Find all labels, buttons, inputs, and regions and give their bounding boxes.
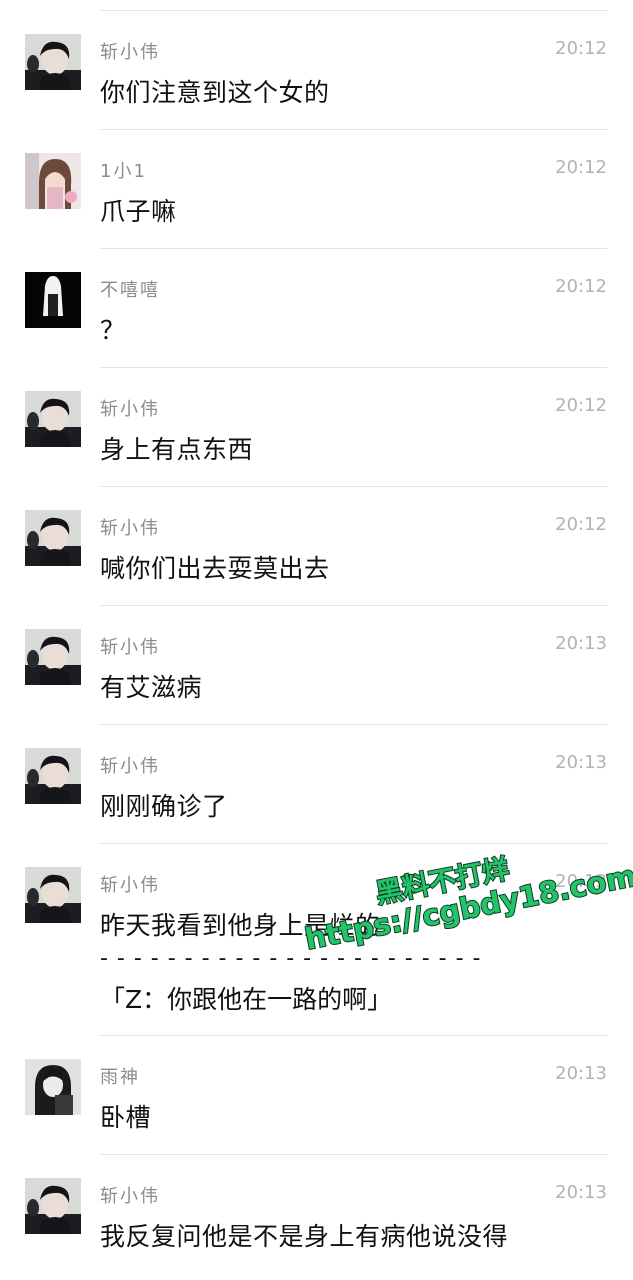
sender-name: 斩小伟 <box>100 756 160 777</box>
sender-name: 斩小伟 <box>100 875 160 896</box>
message-text: 身上有点东西 <box>100 435 254 464</box>
quote-divider: - - - - - - - - - - - - - - - - - - - - … <box>100 946 482 971</box>
message-text: 喊你们出去耍莫出去 <box>100 554 330 583</box>
message-text: 有艾滋病 <box>100 673 203 702</box>
avatar[interactable] <box>25 510 81 566</box>
sender-name: 斩小伟 <box>100 42 160 63</box>
message-time: 20:13 <box>555 752 607 773</box>
message-time: 20:12 <box>555 395 607 416</box>
message-text: 爪子嘛 <box>100 197 177 226</box>
avatar[interactable] <box>25 34 81 90</box>
avatar[interactable] <box>25 867 81 923</box>
message-time: 20:13 <box>555 1063 607 1084</box>
message-text: ？ <box>100 316 126 345</box>
avatar[interactable] <box>25 1059 81 1115</box>
sender-name: 斩小伟 <box>100 399 160 420</box>
sender-name: 雨神 <box>100 1067 140 1088</box>
avatar[interactable] <box>25 272 81 328</box>
avatar[interactable] <box>25 629 81 685</box>
chat-message[interactable]: 斩小伟 20:12 你们注意到这个女的 <box>25 11 607 130</box>
chat-message[interactable]: 斩小伟 20:13 有艾滋病 <box>25 606 607 725</box>
chat-message[interactable]: 斩小伟 20:13 我反复问他是不是身上有病他说没得 <box>25 1155 607 1265</box>
avatar[interactable] <box>25 153 81 209</box>
message-text: 我反复问他是不是身上有病他说没得 <box>100 1222 509 1251</box>
message-time: 20:12 <box>555 514 607 535</box>
chat-message[interactable]: 不嘻嘻 20:12 ？ <box>25 249 607 368</box>
message-time: 20:12 <box>555 38 607 59</box>
sender-name: 不嘻嘻 <box>100 280 160 301</box>
message-text: 你们注意到这个女的 <box>100 78 330 107</box>
avatar[interactable] <box>25 1178 81 1234</box>
sender-name: 斩小伟 <box>100 518 160 539</box>
avatar[interactable] <box>25 748 81 804</box>
quoted-reply[interactable]: 「Z：你跟他在一路的啊」 <box>100 980 392 1016</box>
message-time: 20:12 <box>555 157 607 178</box>
message-time: 20:13 <box>555 871 607 892</box>
sender-name: 斩小伟 <box>100 1186 160 1207</box>
chat-message[interactable]: 斩小伟 20:12 身上有点东西 <box>25 368 607 487</box>
message-time: 20:12 <box>555 276 607 297</box>
chat-message-list: 斩小伟 20:12 你们注意到这个女的 1小1 20:12 爪子嘛 不嘻嘻 20… <box>0 11 633 1265</box>
message-time: 20:13 <box>555 1182 607 1203</box>
chat-message[interactable]: 斩小伟 20:13 昨天我看到他身上是烂的 - - - - - - - - - … <box>25 844 607 1036</box>
sender-name: 1小1 <box>100 161 147 182</box>
sender-name: 斩小伟 <box>100 637 160 658</box>
message-text: 刚刚确诊了 <box>100 792 228 821</box>
message-time: 20:13 <box>555 633 607 654</box>
message-text: 昨天我看到他身上是烂的 <box>100 911 381 940</box>
avatar[interactable] <box>25 391 81 447</box>
chat-message[interactable]: 斩小伟 20:13 刚刚确诊了 <box>25 725 607 844</box>
chat-message[interactable]: 雨神 20:13 卧槽 <box>25 1036 607 1155</box>
message-text: 卧槽 <box>100 1103 152 1132</box>
chat-message[interactable]: 斩小伟 20:12 喊你们出去耍莫出去 <box>25 487 607 606</box>
chat-message[interactable]: 1小1 20:12 爪子嘛 <box>25 130 607 249</box>
